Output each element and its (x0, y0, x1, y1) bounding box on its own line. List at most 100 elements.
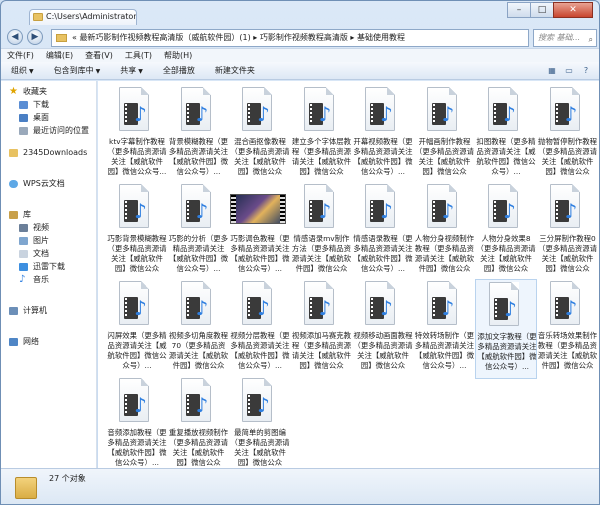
file-item[interactable]: ♪ 视频添加马赛克教程（更多精品资源请关注【威航软件园】微信公众号）... (291, 279, 353, 379)
nav-computer-label: 计算机 (23, 306, 47, 315)
video-file-icon: ♪ (549, 281, 584, 325)
music-note-icon: ♪ (441, 296, 455, 320)
file-item[interactable]: ♪ 开幕视频教程（更多精品资源请关注【威航软件园】微信公众号）... (352, 85, 414, 185)
search-icon[interactable]: ⌕ (589, 32, 593, 48)
nav-downloads[interactable]: 下载 (1, 98, 96, 111)
file-item[interactable]: ♪ 人物分身视频制作教程（更多精品资源请关注【威航软件园】微信公众号）... (414, 182, 476, 282)
window-tab[interactable]: C:\Users\Administrator\ (29, 9, 137, 25)
music-note-icon: ♪ (441, 199, 455, 223)
nav-documents[interactable]: 文档 (1, 247, 96, 260)
play-all-button[interactable]: 全部播放 (163, 65, 195, 76)
file-item[interactable]: ♪ 扣图教程（更多精品资源请关注【威航软件园】微信公众号）... (475, 85, 537, 185)
file-name: 抛物暂停制作教程（更多精品资源请关注【威航软件园】微信公众号）... (537, 137, 598, 176)
preview-pane-icon[interactable]: ▭ (562, 65, 576, 77)
help-icon[interactable]: ? (579, 65, 593, 77)
command-bar: 组织 ▼ 包含到库中 ▼ 共享 ▼ 全部播放 新建文件夹 ▦ ▭ ? (1, 62, 599, 80)
forward-button[interactable]: ▶ (27, 29, 43, 45)
nav-2345downloads[interactable]: 2345Downloads (1, 146, 96, 159)
file-item[interactable]: ♪ 抛物暂停制作教程（更多精品资源请关注【威航软件园】微信公众号）... (537, 85, 599, 185)
nav-network[interactable]: 网络 (1, 335, 96, 348)
file-item[interactable]: ♪ 闪屏效果（更多精品资源请关注【威航软件园】微信公众号）... (106, 279, 168, 379)
menu-view[interactable]: 查看(V) (85, 49, 113, 62)
file-name: 音乐转场效果制作教程（更多精品资源请关注【威航软件园】微信公众号）... (537, 331, 598, 370)
new-folder-button[interactable]: 新建文件夹 (215, 65, 255, 76)
file-item[interactable]: ♪ 情感语录mv制作方法（更多精品资源请关注【威航软件园】微信公众号）... (291, 182, 353, 282)
music-note-icon: ♪ (134, 393, 147, 417)
explorer-window: C:\Users\Administrator\ – □ ✕ ◀ ▶ « 最新巧影… (0, 0, 600, 505)
item-count: 27 个对象 (49, 474, 86, 483)
file-name: 最简单的剪图编（更多精品资源请关注【威航软件园】微信公众号）... (230, 428, 290, 467)
menu-file[interactable]: 文件(F) (7, 49, 34, 62)
file-item[interactable]: ♪ 视频多切角度教程70（更多精品资源请关注【威航软件园】微信公众号）... (168, 279, 230, 379)
nav-recent[interactable]: 最近访问的位置 (1, 124, 96, 137)
file-name: 情感语录mv制作方法（更多精品资源请关注【威航软件园】微信公众号）... (291, 234, 352, 273)
file-item[interactable]: ♪ 重复播放视频制作（更多精品资源请关注【威航软件园】微信公众号）... (168, 376, 230, 476)
window-controls: – □ ✕ (507, 2, 593, 18)
menu-edit[interactable]: 编辑(E) (46, 49, 73, 62)
file-item[interactable]: ♪ 情感语录教程（更多精品资源请关注【威航软件园】微信公众号）... (352, 182, 414, 282)
maximize-button[interactable]: □ (530, 2, 554, 18)
video-file-icon: ♪ (119, 378, 153, 422)
view-options-icon[interactable]: ▦ (545, 65, 559, 77)
folder-icon (33, 13, 43, 21)
nav-pictures[interactable]: 图片 (1, 234, 96, 247)
file-name: 开幅画制作教程（更多精品资源请关注【威航软件园】微信公众号）... (414, 137, 475, 176)
address-row: ◀ ▶ « 最新巧影制作视频教程高清版（威航软件园）(1) ▸ 巧影制作视频教程… (1, 27, 599, 49)
include-in-library-button[interactable]: 包含到库中 ▼ (54, 65, 101, 76)
nav-favorites[interactable]: ★ 收藏夹 (1, 85, 96, 98)
music-note-icon: ♪ (195, 102, 209, 126)
nav-documents-label: 文档 (33, 249, 49, 258)
file-item[interactable]: ♪ ktv字幕制作教程（更多精品资源请关注【威航软件园】微信公众号... (106, 85, 168, 185)
file-item[interactable]: ♪ 建立多个字体层教程（更多精品资源请关注【威航软件园】微信公众号）... (291, 85, 353, 185)
file-item[interactable]: ♪ 视频分层教程（更多精品资源请关注【威航软件园】微信公众号）... (229, 279, 291, 379)
file-item[interactable]: ♪ 开幅画制作教程（更多精品资源请关注【威航软件园】微信公众号）... (414, 85, 476, 185)
nav-thunder[interactable]: 迅雷下载 (1, 260, 96, 273)
file-item[interactable]: ♪ 特效转场制作（更多精品资源请关注【威航软件园】微信公众号）... (414, 279, 476, 379)
file-item[interactable]: ♪ 音频添加教程（更多精品资源请关注【威航软件园】微信公众号）... (106, 376, 168, 476)
music-note-icon: ♪ (195, 199, 209, 223)
file-item[interactable]: ♪ 巧影的分析（更多精品资源请关注【威航软件园】微信公众号）... (168, 182, 230, 282)
image-thumbnail-icon (230, 184, 286, 228)
music-note-icon: ♪ (380, 199, 393, 223)
nav-thunder-label: 迅雷下载 (33, 262, 65, 271)
music-note-icon: ♪ (318, 199, 332, 223)
nav-desktop[interactable]: 桌面 (1, 111, 96, 124)
video-file-icon: ♪ (180, 281, 215, 325)
menu-help[interactable]: 帮助(H) (164, 49, 192, 62)
nav-music[interactable]: ♪ 音乐 (1, 273, 96, 286)
nav-library-label: 库 (23, 210, 31, 219)
nav-recent-label: 最近访问的位置 (33, 126, 89, 135)
file-item[interactable]: ♪ 三分屏制作教程0（更多精品资源请关注【威航软件园】微信公众号）... (537, 182, 599, 282)
music-note-icon: ♪ (564, 296, 578, 320)
pictures-library-icon (19, 237, 28, 245)
file-item[interactable]: ♪ 人物分身效果8（更多精品资源请关注【威航软件园】微信公众号）... (475, 182, 537, 282)
file-name: 人物分身效果8（更多精品资源请关注【威航软件园】微信公众号）... (476, 234, 536, 273)
address-bar[interactable]: « 最新巧影制作视频教程高清版（威航软件园）(1) ▸ 巧影制作视频教程高清版 … (51, 29, 529, 47)
file-item[interactable]: ♪ 最简单的剪图编（更多精品资源请关注【威航软件园】微信公众号）... (229, 376, 291, 476)
nav-wps-cloud[interactable]: WPS云文档 (1, 177, 96, 190)
file-item[interactable]: ♪ 音乐转场效果制作教程（更多精品资源请关注【威航软件园】微信公众号）... (537, 279, 599, 379)
file-item[interactable]: ♪ 巧影背景模糊教程（更多精品资源请关注【威航软件园】微信公众号）... (106, 182, 168, 282)
search-input[interactable]: 搜索 基础... ⌕ (533, 29, 597, 47)
recent-places-icon (19, 127, 28, 135)
file-item[interactable]: ♪ 视频移动画面教程（更多精品资源请关注【威航软件园】微信公众号）... (352, 279, 414, 379)
video-file-icon: ♪ (303, 87, 338, 131)
file-item[interactable]: ♪ 添加文字教程（更多精品资源请关注【威航软件园】微信公众号）... (475, 279, 537, 379)
share-button[interactable]: 共享 ▼ (120, 65, 143, 76)
file-item[interactable]: ♪ 背景模糊教程（更多精品资源请关注【威航软件园】微信公众号）... (168, 85, 230, 185)
organize-button[interactable]: 组织 ▼ (11, 65, 34, 76)
file-item[interactable]: ♪ 混合画抠像教程（更多精品资源请关注【威航软件园】微信公众号）... (229, 85, 291, 185)
minimize-button[interactable]: – (507, 2, 531, 18)
file-name: 扣图教程（更多精品资源请关注【威航软件园】微信公众号）... (476, 137, 536, 176)
nav-videos-label: 视频 (33, 223, 49, 232)
nav-videos[interactable]: 视频 (1, 221, 96, 234)
video-file-icon: ♪ (365, 184, 399, 228)
file-item[interactable]: 巧影调色教程（更多精品资源请关注【威航软件园】微信公众号）... (229, 182, 291, 282)
music-icon: ♪ (19, 274, 26, 285)
nav-computer[interactable]: 计算机 (1, 304, 96, 317)
close-button[interactable]: ✕ (553, 2, 593, 18)
back-button[interactable]: ◀ (7, 29, 23, 45)
file-name: 重复播放视频制作（更多精品资源请关注【威航软件园】微信公众号）... (168, 428, 229, 467)
menu-tools[interactable]: 工具(T) (125, 49, 152, 62)
nav-library[interactable]: 库 (1, 208, 96, 221)
